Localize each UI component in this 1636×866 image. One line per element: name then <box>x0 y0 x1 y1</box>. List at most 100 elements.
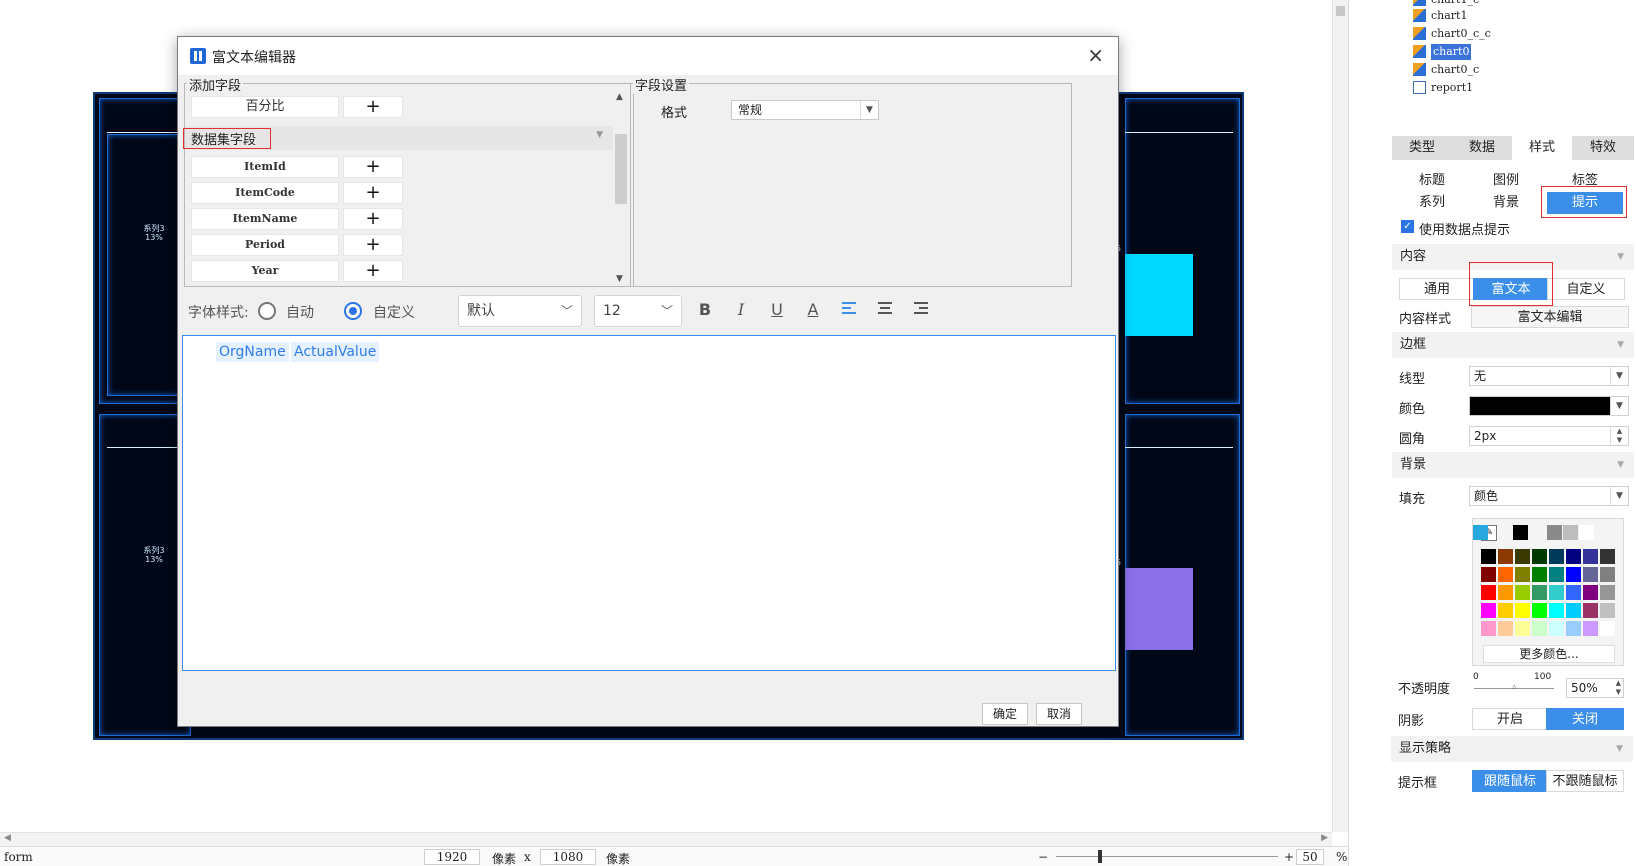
design-canvas[interactable]: 系列3 13% 系列3 13% 25 25 富文本编辑器 × 添加字段 百分比 … <box>0 0 1348 866</box>
color-swatch[interactable] <box>1513 525 1528 540</box>
shadow-on-button[interactable]: 开启 <box>1472 708 1548 730</box>
scroll-up-icon[interactable]: ▲ <box>616 92 623 102</box>
color-swatch[interactable] <box>1532 621 1547 636</box>
collapse-icon[interactable]: ▼ <box>596 130 603 140</box>
color-swatch[interactable] <box>1549 603 1564 618</box>
font-style-custom-radio[interactable] <box>344 302 362 320</box>
close-icon[interactable]: × <box>1087 45 1104 65</box>
color-swatch[interactable] <box>1515 549 1530 564</box>
color-swatch[interactable] <box>1583 621 1598 636</box>
field-button[interactable]: ItemId <box>191 156 339 178</box>
color-swatch[interactable] <box>1498 603 1513 618</box>
canvas-vertical-scrollbar[interactable] <box>1332 0 1348 832</box>
color-swatch[interactable] <box>1566 585 1581 600</box>
tab-effects[interactable]: 特效 <box>1572 136 1634 160</box>
color-swatch[interactable] <box>1549 549 1564 564</box>
add-field-button[interactable]: + <box>343 208 403 230</box>
follow-mouse-button[interactable]: 跟随鼠标 <box>1472 770 1548 792</box>
subtab-title[interactable]: 标题 <box>1397 170 1467 192</box>
font-color-icon[interactable]: A <box>802 299 824 321</box>
color-swatch[interactable] <box>1498 549 1513 564</box>
format-select[interactable]: 常规 ▼ <box>731 100 879 120</box>
zoom-in-button[interactable]: + <box>1284 850 1294 864</box>
radius-stepper[interactable]: 2px ▲ ▼ <box>1469 426 1629 446</box>
more-colors-button[interactable]: 更多颜色... <box>1483 645 1615 663</box>
field-tag-actualvalue[interactable]: ActualValue <box>291 342 380 362</box>
zoom-slider-thumb[interactable] <box>1098 850 1102 863</box>
section-background[interactable]: 背景 ▼ <box>1392 452 1634 478</box>
field-tag-orgname[interactable]: OrgName <box>216 342 289 362</box>
section-display-strategy[interactable]: 显示策略 ▼ <box>1391 736 1633 762</box>
color-swatch[interactable] <box>1498 621 1513 636</box>
color-swatch[interactable] <box>1532 603 1547 618</box>
align-center-icon[interactable] <box>874 299 896 321</box>
color-swatch[interactable] <box>1600 567 1615 582</box>
italic-icon[interactable]: I <box>730 299 752 321</box>
font-family-select[interactable]: 默认 ﹀ <box>458 295 582 327</box>
color-swatch[interactable] <box>1566 621 1581 636</box>
color-swatch[interactable] <box>1498 567 1513 582</box>
color-swatch[interactable] <box>1498 585 1513 600</box>
color-swatch[interactable] <box>1481 585 1496 600</box>
scroll-right-icon[interactable]: ▶ <box>1321 833 1328 843</box>
color-swatch[interactable] <box>1549 585 1564 600</box>
canvas-horizontal-scrollbar[interactable]: ◀ ▶ <box>0 832 1332 846</box>
fill-select[interactable]: 颜色 ▼ <box>1469 486 1629 506</box>
add-field-button[interactable]: + <box>343 260 403 282</box>
color-swatch[interactable] <box>1583 567 1598 582</box>
subtab-background[interactable]: 背景 <box>1471 192 1541 214</box>
field-button[interactable]: Year <box>191 260 339 282</box>
add-field-button[interactable]: + <box>343 182 403 204</box>
zoom-out-button[interactable]: − <box>1038 850 1048 864</box>
stepper-icon[interactable]: ▲ ▼ <box>1616 679 1621 697</box>
scroll-thumb[interactable] <box>615 134 627 204</box>
color-swatch[interactable] <box>1583 585 1598 600</box>
color-swatch[interactable] <box>1515 621 1530 636</box>
opacity-stepper[interactable]: 50% ▲ ▼ <box>1566 678 1624 698</box>
color-swatch[interactable] <box>1563 525 1578 540</box>
zoom-input[interactable]: 50 <box>1296 849 1324 865</box>
color-swatch[interactable] <box>1600 549 1615 564</box>
ok-button[interactable]: 确定 <box>982 703 1028 725</box>
tab-data[interactable]: 数据 <box>1452 136 1512 160</box>
rich-text-editor-area[interactable]: OrgName ActualValue <box>182 335 1116 671</box>
color-swatch[interactable] <box>1515 585 1530 600</box>
color-swatch[interactable] <box>1532 549 1547 564</box>
color-swatch[interactable] <box>1579 525 1594 540</box>
color-swatch[interactable] <box>1583 603 1598 618</box>
color-swatch[interactable] <box>1532 585 1547 600</box>
subtab-legend[interactable]: 图例 <box>1471 170 1541 192</box>
add-field-button[interactable]: + <box>343 234 403 256</box>
opacity-slider-thumb[interactable]: ▵ <box>1512 682 1517 692</box>
add-field-button[interactable]: + <box>343 156 403 178</box>
add-percent-button[interactable]: + <box>343 96 403 118</box>
scroll-down-icon[interactable]: ▼ <box>616 274 623 284</box>
font-style-auto-radio[interactable] <box>258 302 276 320</box>
color-swatch[interactable] <box>1481 603 1496 618</box>
zoom-slider-track[interactable] <box>1056 856 1278 857</box>
color-swatch[interactable] <box>1515 567 1530 582</box>
shadow-off-button[interactable]: 关闭 <box>1546 708 1624 730</box>
scroll-thumb[interactable] <box>1336 6 1345 16</box>
field-button[interactable]: ItemCode <box>191 182 339 204</box>
color-swatch[interactable] <box>1481 567 1496 582</box>
cancel-button[interactable]: 取消 <box>1036 703 1082 725</box>
align-right-icon[interactable] <box>910 299 932 321</box>
color-swatch[interactable] <box>1532 567 1547 582</box>
color-swatch[interactable] <box>1566 567 1581 582</box>
content-mode-custom[interactable]: 自定义 <box>1547 278 1625 300</box>
canvas-width-input[interactable]: 1920 <box>424 849 480 865</box>
border-color-select[interactable]: ▼ <box>1469 396 1629 416</box>
field-list-scrollbar[interactable]: ▲ ▼ <box>613 92 629 286</box>
color-swatch[interactable] <box>1583 549 1598 564</box>
subtab-series[interactable]: 系列 <box>1397 192 1467 214</box>
stepper-icon[interactable]: ▲ ▼ <box>1610 427 1628 445</box>
color-swatch[interactable] <box>1600 585 1615 600</box>
font-size-select[interactable]: 12 ﹀ <box>594 295 682 327</box>
color-swatch[interactable] <box>1549 621 1564 636</box>
rich-text-edit-button[interactable]: 富文本编辑 <box>1471 306 1629 328</box>
color-swatch[interactable] <box>1600 621 1615 636</box>
section-border[interactable]: 边框 ▼ <box>1392 332 1634 358</box>
use-point-tooltip-checkbox[interactable]: ✓ <box>1401 220 1414 233</box>
field-button[interactable]: Period <box>191 234 339 256</box>
